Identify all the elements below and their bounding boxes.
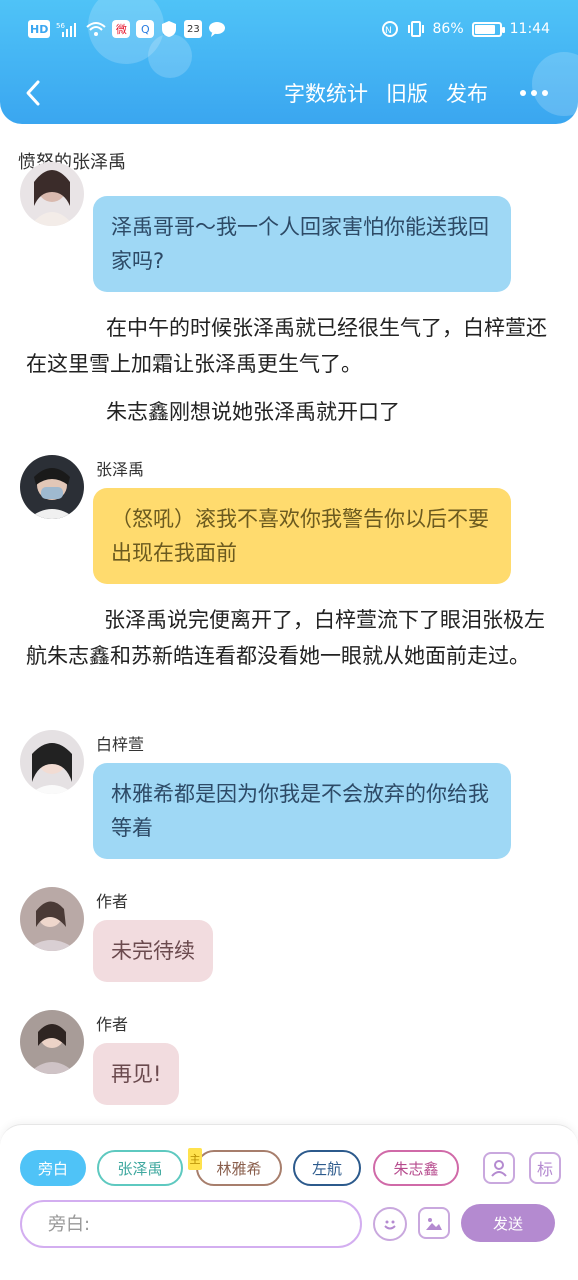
emoji-icon[interactable] [373, 1207, 407, 1241]
role-chip-linyaxi[interactable]: 林雅希 [196, 1150, 282, 1186]
old-version-button[interactable]: 旧版 [386, 78, 428, 108]
vibrate-icon [407, 20, 425, 38]
message-icon [208, 20, 226, 38]
chevron-left-icon [26, 80, 40, 106]
weibo-icon: 微 [112, 20, 131, 38]
avatar [20, 887, 84, 951]
send-button[interactable]: 发送 [461, 1204, 555, 1242]
sender-name: 作者 [96, 892, 129, 911]
message-bubble: （怒吼）滚我不喜欢你我警告你以后不要出现在我面前 [93, 488, 511, 584]
role-chip-zhangzeyu[interactable]: 张泽禹 [97, 1150, 183, 1186]
svg-text:56: 56 [56, 22, 65, 30]
narration-text: 张泽禹说完便离开了，白梓萱流下了眼泪张极左航朱志鑫和苏新皓连看都没看她一眼就从她… [26, 608, 545, 668]
avatar [20, 1010, 84, 1074]
back-button[interactable] [18, 76, 48, 110]
message-bubble: 林雅希都是因为你我是不会放弃的你给我等着 [93, 763, 511, 859]
battery-level [474, 24, 496, 34]
tag-button[interactable]: 标 [529, 1152, 561, 1184]
narration-text: 朱志鑫刚想说她张泽禹就开口了 [106, 400, 400, 424]
avatar [20, 162, 84, 226]
svg-text:N: N [385, 26, 392, 36]
status-bar: HD 56 微 Q 23 N 86% 11:44 [0, 14, 578, 50]
sender-name: 作者 [96, 1015, 129, 1034]
image-icon[interactable] [418, 1207, 450, 1239]
message-bubble: 泽禹哥哥～我一个人回家害怕你能送我回家吗? [93, 196, 511, 292]
message-bubble: 未完待续 [93, 920, 213, 982]
wifi-icon [86, 20, 107, 38]
battery-icon [471, 21, 505, 37]
person-icon[interactable] [483, 1152, 515, 1184]
sender-name: 白梓萱 [96, 735, 145, 754]
header-actions: 字数统计 旧版 发布 [284, 78, 548, 108]
role-chip-zhuzhixin[interactable]: 朱志鑫 [373, 1150, 459, 1186]
word-count-button[interactable]: 字数统计 [284, 78, 368, 108]
sender-name: 张泽禹 [96, 460, 145, 479]
shield-icon [160, 20, 178, 38]
message-bubble: 再见! [93, 1043, 180, 1105]
narration-text: 在中午的时候张泽禹就已经很生气了，白梓萱还在这里雪上加霜让张泽禹更生气了。 [26, 316, 547, 376]
avatar [20, 730, 84, 794]
signal-icon: 56 [56, 20, 80, 38]
search-app-icon: Q [136, 20, 155, 38]
role-chip-zuohang[interactable]: 左航 [293, 1150, 361, 1186]
data-saver-icon: N [381, 20, 399, 38]
role-chip-narrator[interactable]: 旁白 [20, 1150, 86, 1186]
battery-percent: 86% [432, 21, 464, 37]
calendar-icon: 23 [184, 20, 203, 38]
avatar [20, 455, 84, 519]
message-input-wrapper [20, 1200, 362, 1248]
clock: 11:44 [509, 21, 550, 37]
more-icon[interactable] [520, 90, 548, 96]
main-role-badge: 主 [188, 1148, 202, 1170]
message-input[interactable] [48, 1213, 328, 1235]
hd-icon: HD [28, 20, 51, 38]
top-bar: HD 56 微 Q 23 N 86% 11:44 字数统计 旧版 发布 [0, 0, 578, 124]
publish-button[interactable]: 发布 [446, 78, 488, 108]
